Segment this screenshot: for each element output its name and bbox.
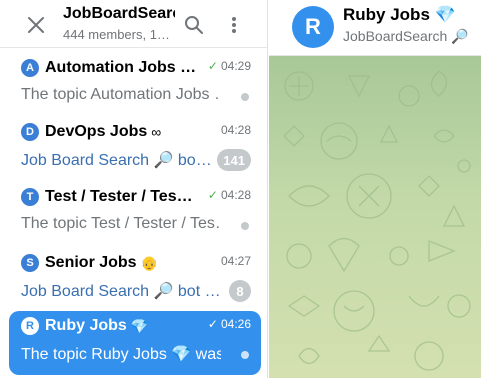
old-man-icon: 👴 [140,254,159,271]
chat-title: Senior Jobs [45,254,137,271]
chat-time-row: ✓ 04:26 [208,317,251,331]
chat-title: DevOps Jobs [45,123,148,140]
chat-item-title-row: A Automation Jobs … [21,59,201,77]
chat-item-automation-jobs[interactable]: A Automation Jobs … ✓ 04:29 The topic Au… [9,53,261,117]
chat-time: 04:28 [220,188,251,202]
chat-item-title-row: R Ruby Jobs 💎 [21,317,201,335]
chat-time: 04:28 [220,123,251,137]
chat-preview: Job Board Search 🔎 bot … [21,283,221,300]
chat-item-title-row: S Senior Jobs 👴 [21,254,201,272]
chat-list-header: JobBoardSearch 444 members, 1… [0,0,267,48]
topic-avatar: R [21,317,39,335]
chat-title: Automation Jobs … [45,59,197,76]
check-icon: ✓ [207,59,218,73]
chat-item-test-tester[interactable]: T Test / Tester / Tes… ✓ 04:28 The topic… [9,182,261,246]
chat-header[interactable]: R Ruby Jobs 💎 JobBoardSearch 🔎 [269,0,481,56]
chat-preview: The topic Test / Tester / Tes… [21,215,221,232]
group-subtitle: 444 members, 1… [63,27,170,42]
search-button[interactable] [180,12,208,38]
chat-title: Ruby Jobs [45,317,127,334]
close-icon [28,17,44,33]
chat-view: R Ruby Jobs 💎 JobBoardSearch 🔎 [269,0,481,378]
chat-header-title: Ruby Jobs 💎 [343,5,456,24]
chat-wallpaper [269,56,481,378]
muted-dot [241,222,249,230]
chat-time-row: 04:27 [221,254,251,268]
close-button[interactable] [22,12,50,38]
chat-time-row: 04:28 [221,123,251,137]
unread-badge: 141 [217,149,251,171]
topic-avatar: D [21,123,39,141]
chat-preview: The topic Automation Jobs … [21,86,221,103]
more-menu-button[interactable] [222,12,246,38]
unread-badge: 8 [229,280,251,302]
chat-time-row: ✓ 04:28 [208,188,251,202]
muted-dot [241,93,249,101]
chat-item-senior-jobs[interactable]: S Senior Jobs 👴 04:27 Job Board Search 🔎… [9,248,261,312]
chat-title: Test / Tester / Tes… [45,188,193,205]
search-icon [185,16,203,34]
chat-item-ruby-jobs[interactable]: R Ruby Jobs 💎 ✓ 04:26 The topic Ruby Job… [9,311,261,375]
infinity-icon: ∞ [151,124,162,140]
topic-avatar: S [21,254,39,272]
check-icon: ✓ [207,188,218,202]
gem-icon: 💎 [130,317,149,334]
check-icon: ✓ [207,317,218,331]
muted-dot [241,351,249,359]
chat-time: 04:29 [220,59,251,73]
chat-list-panel: JobBoardSearch 444 members, 1… A Automat… [0,0,268,378]
topic-avatar: A [21,59,39,77]
more-vertical-icon [232,17,236,33]
chat-preview: The topic Ruby Jobs 💎 was … [21,346,221,363]
chat-item-devops-jobs[interactable]: D DevOps Jobs ∞ 04:28 Job Board Search 🔎… [9,117,261,181]
wallpaper-doodle-pattern [283,70,471,371]
chat-time: 04:27 [220,254,251,268]
chat-time-row: ✓ 04:29 [208,59,251,73]
chat-item-title-row: T Test / Tester / Tes… [21,188,201,206]
chat-header-subtitle: JobBoardSearch 🔎 [343,28,469,44]
chat-time: 04:26 [220,317,251,331]
group-title: JobBoardSearch [63,5,175,22]
chat-preview: Job Board Search 🔎 bo… [21,152,212,169]
chat-item-title-row: D DevOps Jobs ∞ [21,123,201,141]
chat-avatar[interactable]: R [292,6,334,48]
topic-avatar: T [21,188,39,206]
